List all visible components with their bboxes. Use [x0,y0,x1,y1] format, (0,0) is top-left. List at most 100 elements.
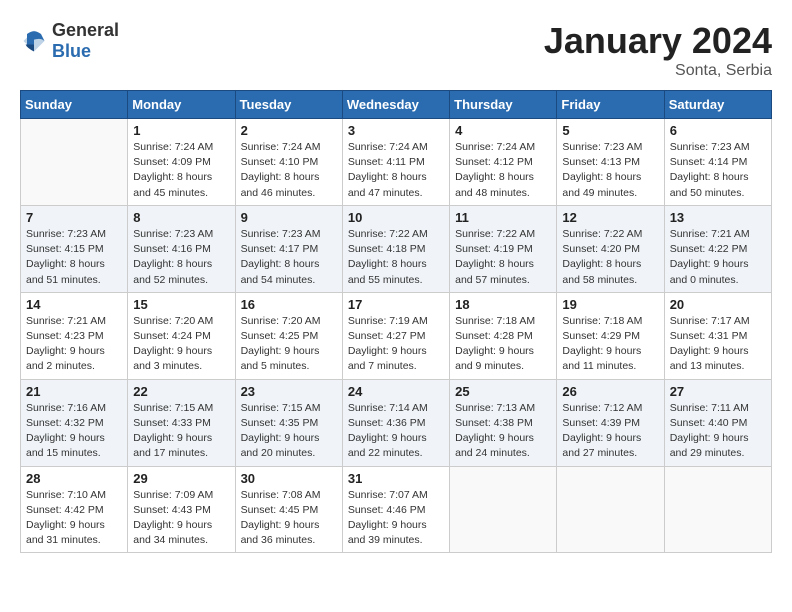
day-number: 9 [241,210,337,225]
day-info: Sunrise: 7:18 AMSunset: 4:28 PMDaylight:… [455,314,551,375]
calendar-cell: 27 Sunrise: 7:11 AMSunset: 4:40 PMDayligh… [664,379,771,466]
day-info: Sunrise: 7:15 AMSunset: 4:35 PMDaylight:… [241,401,337,462]
day-number: 26 [562,384,658,399]
month-title: January 2024 [544,20,772,62]
calendar-week-row: 21 Sunrise: 7:16 AMSunset: 4:32 PMDayligh… [21,379,772,466]
calendar-cell: 28 Sunrise: 7:10 AMSunset: 4:42 PMDayligh… [21,466,128,553]
calendar-cell: 22Sunrise: 7:15 AMSunset: 4:33 PMDayligh… [128,379,235,466]
weekday-header-sunday: Sunday [21,91,128,119]
day-number: 11 [455,210,551,225]
weekday-header-tuesday: Tuesday [235,91,342,119]
calendar-cell: 19Sunrise: 7:18 AMSunset: 4:29 PMDayligh… [557,292,664,379]
calendar-cell: 15 Sunrise: 7:20 AMSunset: 4:24 PMDayligh… [128,292,235,379]
day-info: Sunrise: 7:22 AMSunset: 4:20 PMDaylight:… [562,227,658,288]
day-number: 18 [455,297,551,312]
day-number: 22 [133,384,229,399]
logo-text: General Blue [52,20,119,62]
calendar-cell: 16 Sunrise: 7:20 AMSunset: 4:25 PMDayligh… [235,292,342,379]
calendar-cell: 7Sunrise: 7:23 AMSunset: 4:15 PMDaylight… [21,205,128,292]
calendar-cell: 4Sunrise: 7:24 AMSunset: 4:12 PMDaylight… [450,119,557,206]
logo: General Blue [20,20,119,62]
calendar-cell: 3Sunrise: 7:24 AMSunset: 4:11 PMDaylight… [342,119,449,206]
calendar-cell: 26 Sunrise: 7:12 AMSunset: 4:39 PMDayligh… [557,379,664,466]
day-number: 13 [670,210,766,225]
day-number: 2 [241,123,337,138]
calendar-cell: 13 Sunrise: 7:21 AMSunset: 4:22 PMDayligh… [664,205,771,292]
day-info: Sunrise: 7:13 AMSunset: 4:38 PMDaylight:… [455,401,551,462]
generalblue-logo-icon [20,27,48,55]
calendar-cell: 10Sunrise: 7:22 AMSunset: 4:18 PMDayligh… [342,205,449,292]
day-number: 14 [26,297,122,312]
day-number: 29 [133,471,229,486]
title-section: January 2024 Sonta, Serbia [544,20,772,80]
calendar-cell: 5 Sunrise: 7:23 AMSunset: 4:13 PMDaylight… [557,119,664,206]
day-info: Sunrise: 7:23 AMSunset: 4:13 PMDaylight:… [562,140,658,201]
calendar-cell: 24 Sunrise: 7:14 AMSunset: 4:36 PMDayligh… [342,379,449,466]
calendar-cell: 23 Sunrise: 7:15 AMSunset: 4:35 PMDayligh… [235,379,342,466]
calendar-header-row: SundayMondayTuesdayWednesdayThursdayFrid… [21,91,772,119]
day-number: 6 [670,123,766,138]
day-number: 20 [670,297,766,312]
day-info: Sunrise: 7:24 AMSunset: 4:09 PMDaylight:… [133,140,229,201]
day-number: 31 [348,471,444,486]
day-info: Sunrise: 7:21 AMSunset: 4:23 PMDaylight:… [26,314,122,375]
logo-general: General [52,20,119,40]
day-number: 21 [26,384,122,399]
day-number: 17 [348,297,444,312]
day-number: 16 [241,297,337,312]
day-info: Sunrise: 7:10 AMSunset: 4:42 PMDaylight:… [26,488,122,549]
day-number: 8 [133,210,229,225]
calendar-cell: 11 Sunrise: 7:22 AMSunset: 4:19 PMDayligh… [450,205,557,292]
day-info: Sunrise: 7:23 AMSunset: 4:17 PMDaylight:… [241,227,337,288]
weekday-header-thursday: Thursday [450,91,557,119]
day-info: Sunrise: 7:07 AMSunset: 4:46 PMDaylight:… [348,488,444,549]
calendar-cell: 9 Sunrise: 7:23 AMSunset: 4:17 PMDaylight… [235,205,342,292]
calendar-cell: 1Sunrise: 7:24 AMSunset: 4:09 PMDaylight… [128,119,235,206]
logo-blue: Blue [52,41,91,61]
calendar-cell: 2Sunrise: 7:24 AMSunset: 4:10 PMDaylight… [235,119,342,206]
day-info: Sunrise: 7:20 AMSunset: 4:25 PMDaylight:… [241,314,337,375]
day-info: Sunrise: 7:16 AMSunset: 4:32 PMDaylight:… [26,401,122,462]
calendar-week-row: 1Sunrise: 7:24 AMSunset: 4:09 PMDaylight… [21,119,772,206]
calendar-cell [557,466,664,553]
calendar-cell: 29Sunrise: 7:09 AMSunset: 4:43 PMDayligh… [128,466,235,553]
day-number: 25 [455,384,551,399]
calendar-cell: 6 Sunrise: 7:23 AMSunset: 4:14 PMDaylight… [664,119,771,206]
day-number: 28 [26,471,122,486]
day-number: 5 [562,123,658,138]
calendar-cell: 21 Sunrise: 7:16 AMSunset: 4:32 PMDayligh… [21,379,128,466]
calendar-week-row: 28 Sunrise: 7:10 AMSunset: 4:42 PMDayligh… [21,466,772,553]
day-info: Sunrise: 7:23 AMSunset: 4:15 PMDaylight:… [26,227,122,288]
page-header: General Blue January 2024 Sonta, Serbia [20,20,772,80]
day-number: 12 [562,210,658,225]
day-info: Sunrise: 7:12 AMSunset: 4:39 PMDaylight:… [562,401,658,462]
calendar-cell [664,466,771,553]
day-info: Sunrise: 7:21 AMSunset: 4:22 PMDaylight:… [670,227,766,288]
day-info: Sunrise: 7:14 AMSunset: 4:36 PMDaylight:… [348,401,444,462]
calendar-cell: 25 Sunrise: 7:13 AMSunset: 4:38 PMDayligh… [450,379,557,466]
calendar-week-row: 7Sunrise: 7:23 AMSunset: 4:15 PMDaylight… [21,205,772,292]
day-number: 24 [348,384,444,399]
day-number: 27 [670,384,766,399]
day-number: 3 [348,123,444,138]
day-number: 23 [241,384,337,399]
location-title: Sonta, Serbia [544,62,772,80]
calendar-cell: 18 Sunrise: 7:18 AMSunset: 4:28 PMDayligh… [450,292,557,379]
weekday-header-saturday: Saturday [664,91,771,119]
day-info: Sunrise: 7:17 AMSunset: 4:31 PMDaylight:… [670,314,766,375]
calendar-week-row: 14 Sunrise: 7:21 AMSunset: 4:23 PMDayligh… [21,292,772,379]
day-info: Sunrise: 7:19 AMSunset: 4:27 PMDaylight:… [348,314,444,375]
calendar-cell [21,119,128,206]
calendar-cell: 14 Sunrise: 7:21 AMSunset: 4:23 PMDayligh… [21,292,128,379]
day-number: 30 [241,471,337,486]
day-info: Sunrise: 7:23 AMSunset: 4:16 PMDaylight:… [133,227,229,288]
day-number: 15 [133,297,229,312]
day-info: Sunrise: 7:23 AMSunset: 4:14 PMDaylight:… [670,140,766,201]
calendar-cell: 17 Sunrise: 7:19 AMSunset: 4:27 PMDayligh… [342,292,449,379]
day-info: Sunrise: 7:22 AMSunset: 4:19 PMDaylight:… [455,227,551,288]
calendar-cell: 31 Sunrise: 7:07 AMSunset: 4:46 PMDayligh… [342,466,449,553]
day-info: Sunrise: 7:08 AMSunset: 4:45 PMDaylight:… [241,488,337,549]
day-info: Sunrise: 7:20 AMSunset: 4:24 PMDaylight:… [133,314,229,375]
day-info: Sunrise: 7:11 AMSunset: 4:40 PMDaylight:… [670,401,766,462]
calendar-cell: 20 Sunrise: 7:17 AMSunset: 4:31 PMDayligh… [664,292,771,379]
